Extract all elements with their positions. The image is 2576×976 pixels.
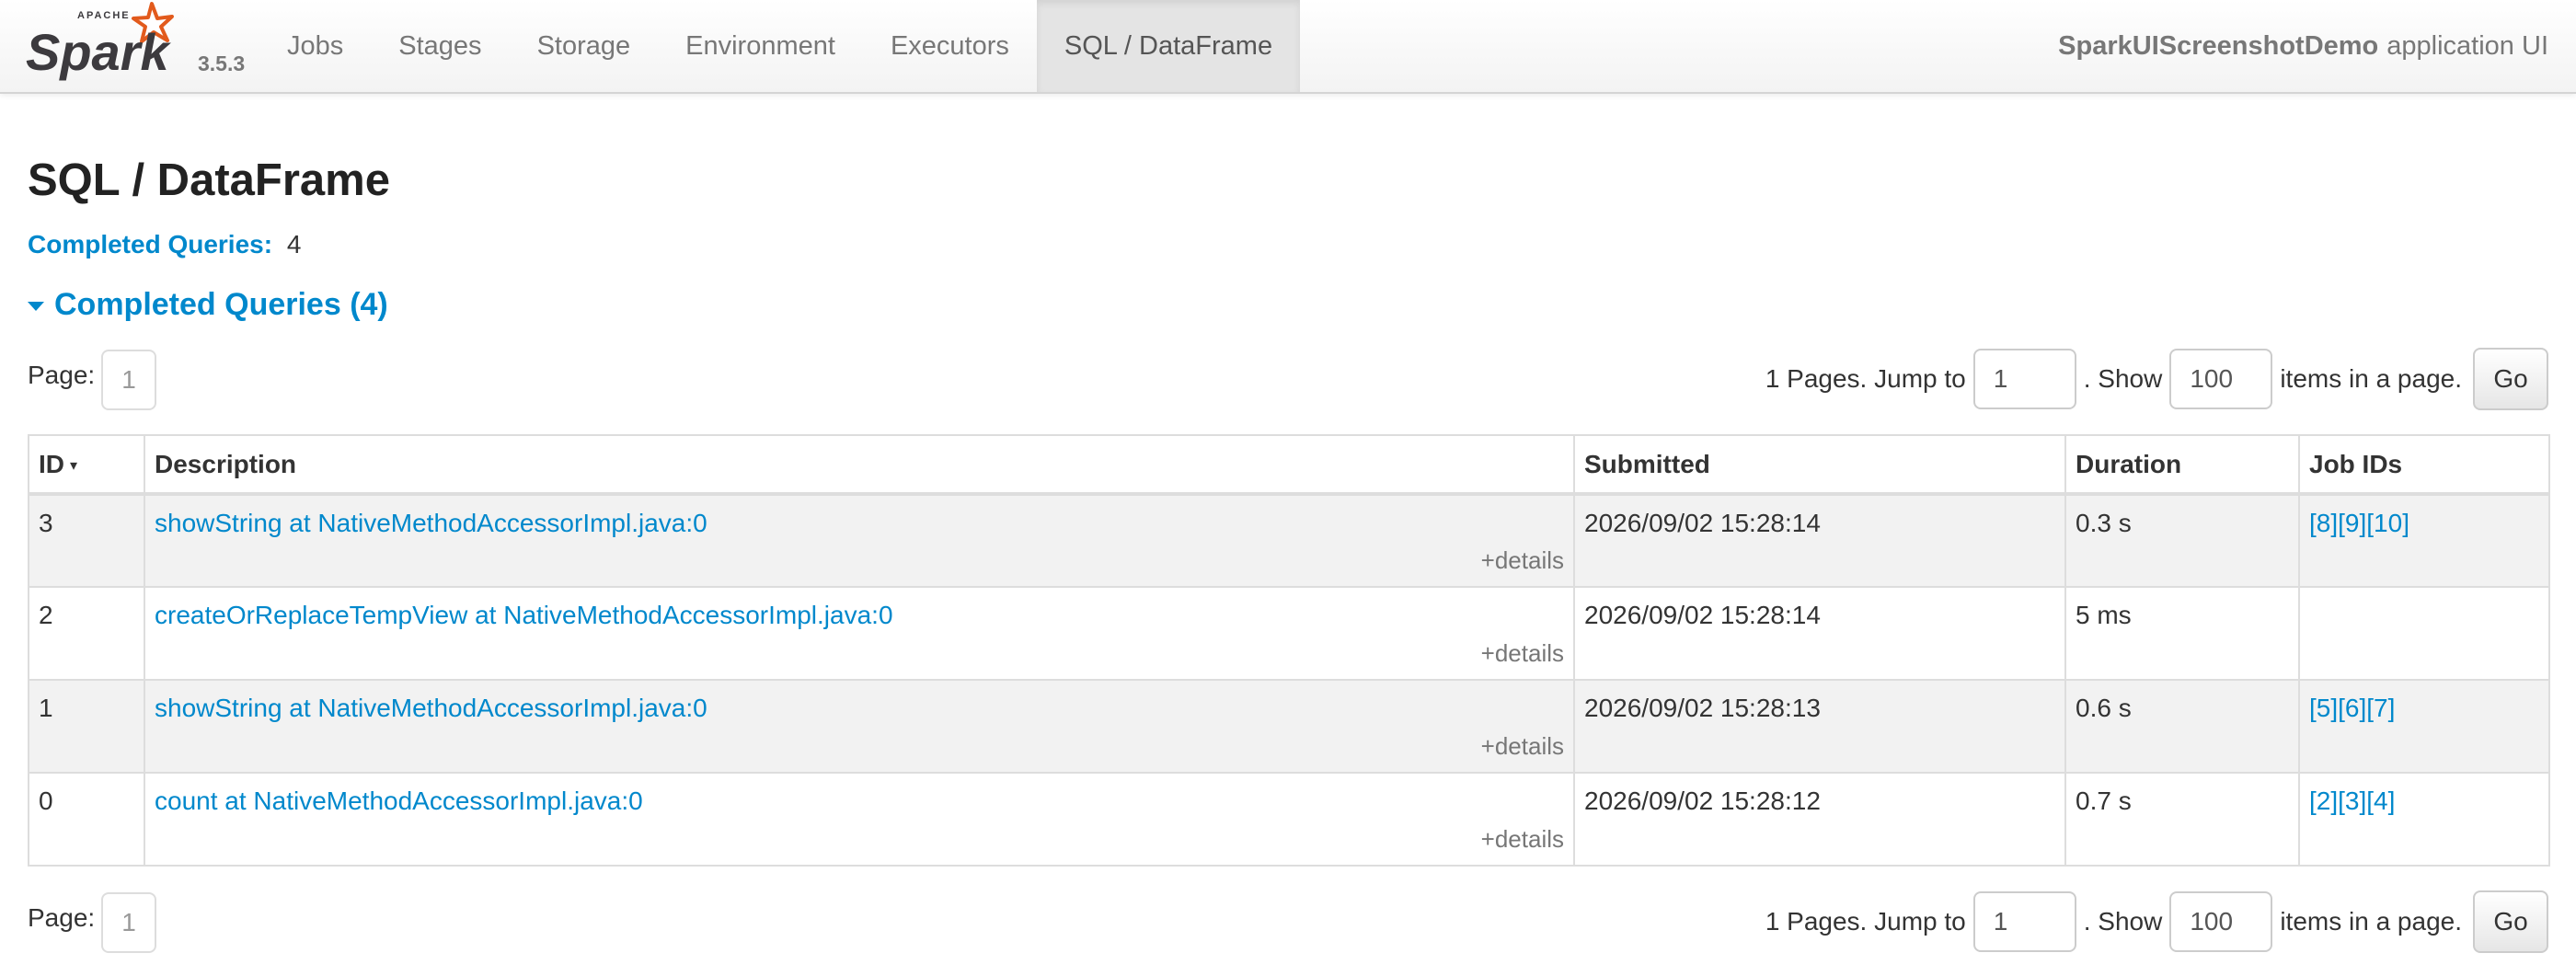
query-duration: 5 ms — [2064, 586, 2300, 681]
completed-queries-table: ID ▾ Description Submitted Duration Job I… — [28, 434, 2550, 867]
query-duration: 0.6 s — [2064, 679, 2300, 774]
job-id-link[interactable]: [5] — [2309, 694, 2338, 722]
page-controls: 1 Pages. Jump to . Show items in a page.… — [1765, 890, 2548, 953]
top-pagination: Page: 1 1 Pages. Jump to . Show items in… — [28, 348, 2548, 410]
spark-logo: APACHE Spark — [26, 2, 174, 81]
column-header-description[interactable]: Description — [144, 434, 1575, 496]
jump-to-page-input[interactable] — [1972, 891, 2076, 952]
query-description-link[interactable]: showString at NativeMethodAccessorImpl.j… — [155, 509, 707, 537]
spark-logo-link[interactable]: APACHE Spark 3.5.3 — [22, 0, 252, 92]
table-row: 1 showString at NativeMethodAccessorImpl… — [28, 679, 2550, 774]
column-header-submitted[interactable]: Submitted — [1573, 434, 2066, 496]
details-toggle[interactable]: +details — [1481, 825, 1564, 854]
go-button[interactable]: Go — [2473, 890, 2548, 953]
nav-tabs: Jobs Stages Storage Environment Executor… — [259, 0, 1301, 92]
job-id-link[interactable]: [7] — [2366, 694, 2395, 722]
page-number-button[interactable]: 1 — [101, 892, 156, 953]
page-label: Page: — [28, 361, 96, 389]
pages-jump-label: 1 Pages. Jump to — [1765, 907, 1966, 936]
completed-queries-collapse-toggle[interactable]: Completed Queries (4) — [28, 287, 388, 323]
query-description-link[interactable]: showString at NativeMethodAccessorImpl.j… — [155, 694, 707, 722]
page-size-input[interactable] — [2169, 349, 2273, 409]
pages-jump-label: 1 Pages. Jump to — [1765, 364, 1966, 393]
go-button[interactable]: Go — [2473, 348, 2548, 410]
job-id-link[interactable]: [8] — [2309, 509, 2338, 537]
query-description-cell: showString at NativeMethodAccessorImpl.j… — [144, 493, 1575, 588]
query-id: 2 — [28, 586, 145, 681]
query-submitted: 2026/09/02 15:28:14 — [1573, 493, 2066, 588]
page-number-button[interactable]: 1 — [101, 350, 156, 410]
job-id-link[interactable]: [2] — [2309, 787, 2338, 815]
job-id-link[interactable]: [6] — [2338, 694, 2366, 722]
completed-queries-link[interactable]: Completed Queries: — [28, 230, 272, 258]
app-name: SparkUIScreenshotDemo — [2058, 30, 2379, 61]
query-id: 1 — [28, 679, 145, 774]
app-suffix: application UI — [2386, 30, 2548, 61]
query-submitted: 2026/09/02 15:28:12 — [1573, 772, 2066, 867]
query-job-ids: [2][3][4] — [2298, 772, 2550, 867]
tab-sql-dataframe[interactable]: SQL / DataFrame — [1036, 0, 1301, 92]
query-submitted: 2026/09/02 15:28:13 — [1573, 679, 2066, 774]
column-header-id[interactable]: ID ▾ — [28, 434, 145, 496]
top-navbar: APACHE Spark 3.5.3 Jobs Stages Storage E… — [0, 0, 2576, 94]
table-row: 3 showString at NativeMethodAccessorImpl… — [28, 493, 2550, 588]
query-job-ids: [5][6][7] — [2298, 679, 2550, 774]
job-id-link[interactable]: [3] — [2338, 787, 2366, 815]
table-row: 2 createOrReplaceTempView at NativeMetho… — [28, 586, 2550, 681]
query-id: 3 — [28, 493, 145, 588]
details-toggle[interactable]: +details — [1481, 639, 1564, 668]
details-toggle[interactable]: +details — [1481, 546, 1564, 575]
bottom-pagination: Page: 1 1 Pages. Jump to . Show items in… — [28, 890, 2548, 953]
details-toggle[interactable]: +details — [1481, 732, 1564, 761]
job-id-link[interactable]: [4] — [2366, 787, 2395, 815]
query-description-cell: showString at NativeMethodAccessorImpl.j… — [144, 679, 1575, 774]
column-header-job-ids[interactable]: Job IDs — [2298, 434, 2550, 496]
completed-queries-summary: Completed Queries: 4 — [28, 230, 301, 259]
page-size-input[interactable] — [2169, 891, 2273, 952]
tab-environment[interactable]: Environment — [658, 0, 863, 92]
jump-to-page-input[interactable] — [1972, 349, 2076, 409]
query-description-cell: createOrReplaceTempView at NativeMethodA… — [144, 586, 1575, 681]
logo-spark-text: Spark — [26, 23, 171, 81]
caret-down-icon — [28, 302, 44, 311]
query-duration: 0.3 s — [2064, 493, 2300, 588]
page-title: SQL / DataFrame — [28, 155, 390, 205]
tab-jobs[interactable]: Jobs — [259, 0, 371, 92]
query-duration: 0.7 s — [2064, 772, 2300, 867]
page-label: Page: — [28, 903, 96, 932]
page-controls: 1 Pages. Jump to . Show items in a page.… — [1765, 348, 2548, 410]
queries-table-container: ID ▾ Description Submitted Duration Job I… — [28, 434, 2550, 867]
query-id: 0 — [28, 772, 145, 867]
tab-stages[interactable]: Stages — [371, 0, 509, 92]
table-row: 0 count at NativeMethodAccessorImpl.java… — [28, 772, 2550, 867]
job-id-link[interactable]: [9] — [2338, 509, 2366, 537]
job-id-link[interactable]: [10] — [2366, 509, 2409, 537]
spark-version: 3.5.3 — [198, 52, 246, 75]
table-header-row: ID ▾ Description Submitted Duration Job I… — [28, 434, 2550, 496]
query-description-link[interactable]: createOrReplaceTempView at NativeMethodA… — [155, 601, 893, 629]
app-title: SparkUIScreenshotDemo application UI — [2058, 0, 2548, 92]
show-label: . Show — [2083, 907, 2163, 936]
section-title: Completed Queries (4) — [54, 287, 388, 322]
query-description-link[interactable]: count at NativeMethodAccessorImpl.java:0 — [155, 787, 643, 815]
tab-executors[interactable]: Executors — [863, 0, 1037, 92]
tab-storage[interactable]: Storage — [510, 0, 659, 92]
query-job-ids — [2298, 586, 2550, 681]
show-label: . Show — [2083, 364, 2163, 393]
sort-desc-icon: ▾ — [70, 458, 78, 475]
completed-queries-count: 4 — [286, 230, 302, 258]
logo-apache-text: APACHE — [77, 10, 131, 21]
items-in-page-label: items in a page. — [2280, 907, 2462, 936]
query-job-ids: [8][9][10] — [2298, 493, 2550, 588]
items-in-page-label: items in a page. — [2280, 364, 2462, 393]
query-description-cell: count at NativeMethodAccessorImpl.java:0… — [144, 772, 1575, 867]
query-submitted: 2026/09/02 15:28:14 — [1573, 586, 2066, 681]
column-header-duration[interactable]: Duration — [2064, 434, 2300, 496]
